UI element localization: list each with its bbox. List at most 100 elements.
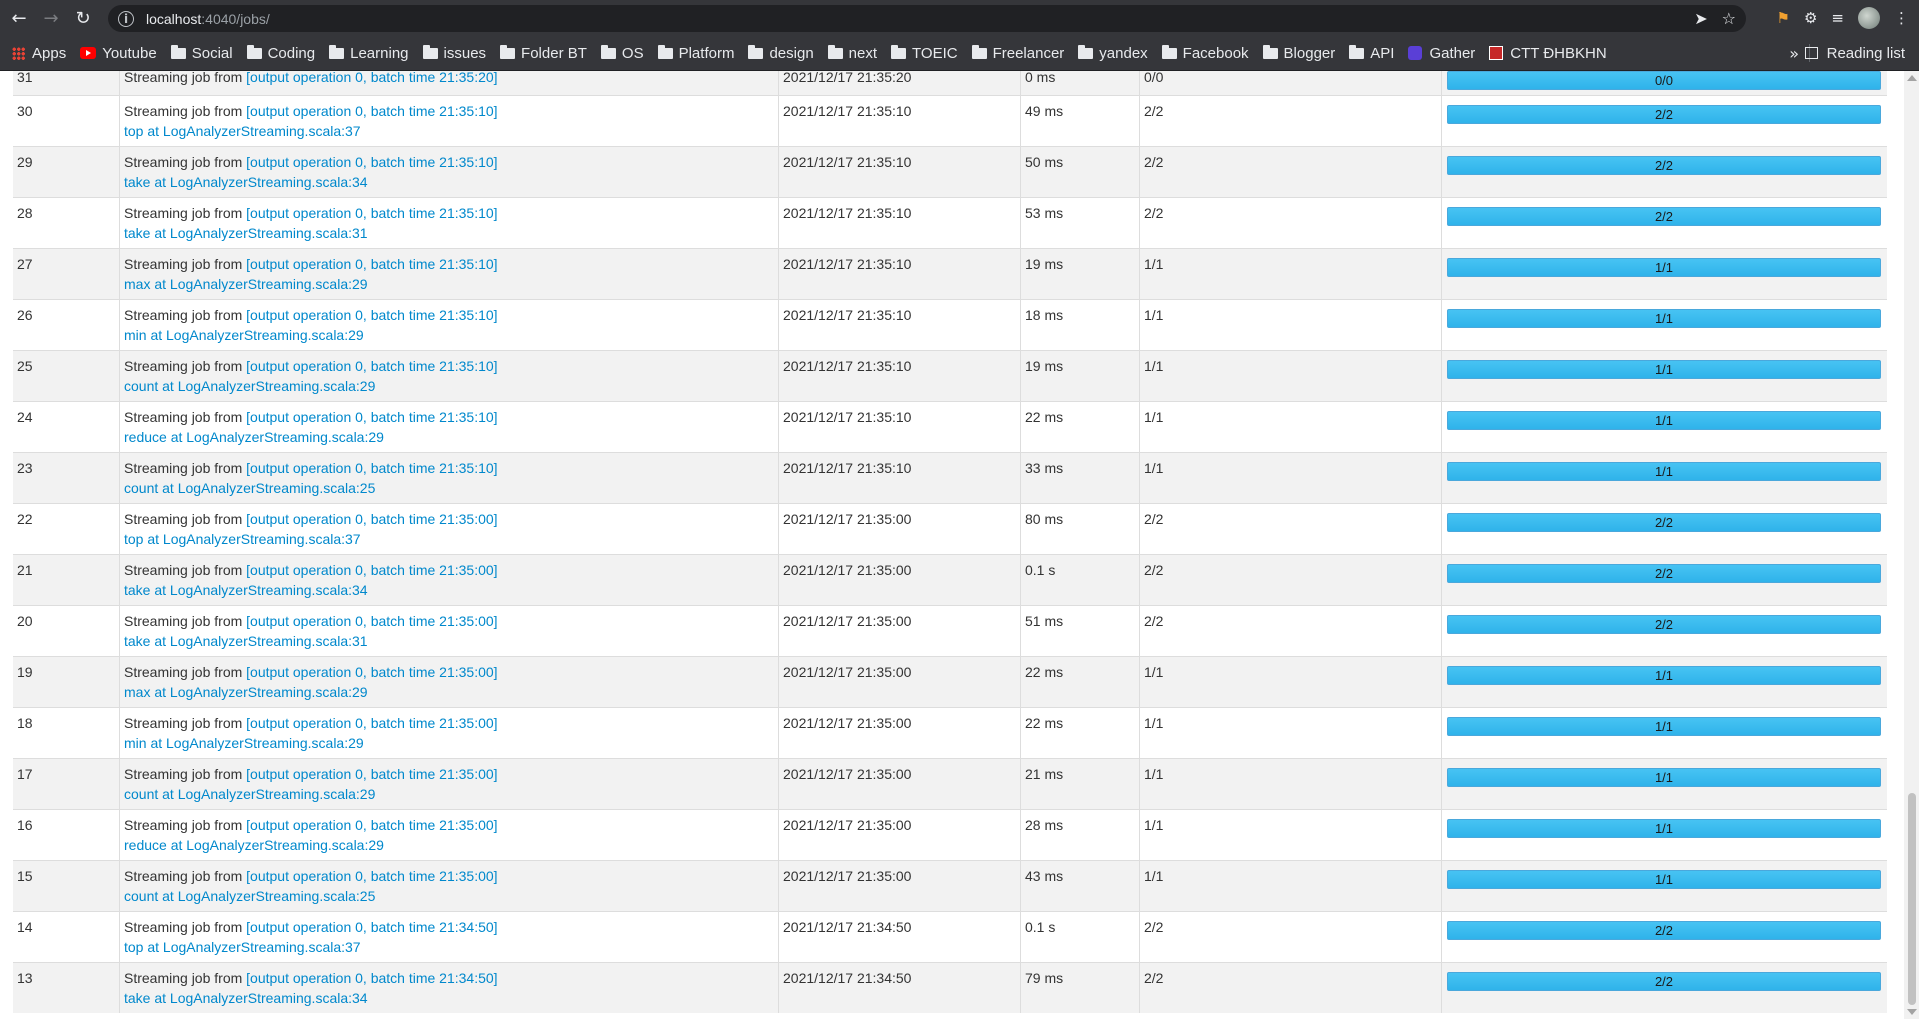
batch-link[interactable]: [output operation 0, batch time 21:35:00… xyxy=(246,562,497,578)
job-duration: 19 ms xyxy=(1020,350,1140,402)
bookmark-social[interactable]: Social xyxy=(165,39,241,67)
folder-icon xyxy=(827,44,843,59)
reading-list-button[interactable]: Reading list xyxy=(1804,44,1905,62)
batch-link[interactable]: [output operation 0, batch time 21:35:10… xyxy=(246,358,497,374)
batch-link[interactable]: [output operation 0, batch time 21:35:10… xyxy=(246,256,497,272)
scroll-down-icon[interactable] xyxy=(1907,1009,1917,1015)
bookmark-issues[interactable]: issues xyxy=(417,39,495,67)
bookmark-design[interactable]: design xyxy=(742,39,821,67)
back-arrow-icon[interactable]: ← xyxy=(6,5,32,31)
task-progress-label: 1/1 xyxy=(1654,259,1674,275)
folder-icon xyxy=(657,44,673,59)
bookmark-next[interactable]: next xyxy=(822,39,885,67)
job-description: Streaming job from [output operation 0, … xyxy=(119,707,779,759)
batch-link[interactable]: [output operation 0, batch time 21:35:10… xyxy=(246,307,497,323)
job-id: 22 xyxy=(13,503,120,555)
batch-link[interactable]: [output operation 0, batch time 21:35:10… xyxy=(246,409,497,425)
batch-link[interactable]: [output operation 0, batch time 21:35:00… xyxy=(246,613,497,629)
batch-link[interactable]: [output operation 0, batch time 21:35:00… xyxy=(246,817,497,833)
job-duration: 22 ms xyxy=(1020,707,1140,759)
bookmark-blogger[interactable]: Blogger xyxy=(1257,39,1344,67)
bookmark-toeic[interactable]: TOEIC xyxy=(885,39,966,67)
reading-list-label: Reading list xyxy=(1826,44,1905,62)
bookmark-facebook[interactable]: Facebook xyxy=(1156,39,1257,67)
batch-link[interactable]: [output operation 0, batch time 21:35:10… xyxy=(246,154,497,170)
job-operation-link[interactable]: take at LogAnalyzerStreaming.scala:31 xyxy=(124,225,368,241)
job-description: Streaming job from [output operation 0, … xyxy=(119,605,779,657)
batch-link[interactable]: [output operation 0, batch time 21:35:10… xyxy=(246,103,497,119)
batch-link[interactable]: [output operation 0, batch time 21:35:20… xyxy=(246,71,497,85)
url-text[interactable]: localhost:4040/jobs/ xyxy=(146,11,270,27)
batch-link[interactable]: [output operation 0, batch time 21:34:50… xyxy=(246,970,497,986)
bookmark-apps[interactable]: Apps xyxy=(6,39,74,67)
bookmark-youtube[interactable]: Youtube xyxy=(74,39,165,67)
job-tasks: 1/1 xyxy=(1441,299,1887,351)
job-operation-link[interactable]: max at LogAnalyzerStreaming.scala:29 xyxy=(124,276,368,292)
bookmark-coding[interactable]: Coding xyxy=(241,39,324,67)
job-description: Streaming job from [output operation 0, … xyxy=(119,248,779,300)
forward-arrow-icon[interactable]: → xyxy=(38,5,64,31)
bookmark-folder-bt[interactable]: Folder BT xyxy=(494,39,595,67)
site-info-icon[interactable]: i xyxy=(118,10,134,27)
job-operation-link[interactable]: min at LogAnalyzerStreaming.scala:29 xyxy=(124,327,364,343)
extension-flag-icon[interactable]: ⚑ xyxy=(1777,9,1790,27)
batch-link[interactable]: [output operation 0, batch time 21:35:00… xyxy=(246,511,497,527)
bookmark-ctt-hbkhn[interactable]: CTT ĐHBKHN xyxy=(1483,39,1614,67)
task-progress-label: 0/0 xyxy=(1654,72,1674,88)
bookmark-gather[interactable]: Gather xyxy=(1402,39,1483,67)
table-row: 24 Streaming job from [output operation 0… xyxy=(13,401,1887,453)
address-bar[interactable]: i localhost:4040/jobs/ ➤ ☆ xyxy=(108,5,1746,32)
scroll-up-icon[interactable] xyxy=(1907,75,1917,81)
task-progress-bar: 1/1 xyxy=(1447,819,1881,838)
bookmark-freelancer[interactable]: Freelancer xyxy=(966,39,1073,67)
batch-link[interactable]: [output operation 0, batch time 21:35:00… xyxy=(246,715,497,731)
bookmark-yandex[interactable]: yandex xyxy=(1072,39,1155,67)
send-icon[interactable]: ➤ xyxy=(1694,9,1707,28)
batch-link[interactable]: [output operation 0, batch time 21:35:10… xyxy=(246,460,497,476)
bookmark-platform[interactable]: Platform xyxy=(652,39,743,67)
vertical-scrollbar[interactable] xyxy=(1904,71,1919,1019)
job-tasks: 2/2 xyxy=(1441,962,1887,1013)
job-submitted: 2021/12/17 21:35:10 xyxy=(778,401,1021,453)
batch-link[interactable]: [output operation 0, batch time 21:35:00… xyxy=(246,664,497,680)
job-tasks: 1/1 xyxy=(1441,707,1887,759)
job-operation-link[interactable]: top at LogAnalyzerStreaming.scala:37 xyxy=(124,123,361,139)
extensions-puzzle-icon[interactable]: ⚙ xyxy=(1804,9,1817,27)
task-progress-bar: 1/1 xyxy=(1447,462,1881,481)
job-operation-link[interactable]: take at LogAnalyzerStreaming.scala:34 xyxy=(124,174,368,190)
job-duration: 0.1 s xyxy=(1020,911,1140,963)
bookmark-label: Youtube xyxy=(102,44,157,62)
menu-kebab-icon[interactable]: ⋮ xyxy=(1894,9,1909,27)
bookmark-learning[interactable]: Learning xyxy=(323,39,416,67)
bookmarks-more-icon[interactable]: » xyxy=(1789,44,1799,63)
media-queue-icon[interactable]: ≡ xyxy=(1831,9,1844,27)
job-operation-link[interactable]: count at LogAnalyzerStreaming.scala:25 xyxy=(124,888,375,904)
job-id: 15 xyxy=(13,860,120,912)
scroll-thumb[interactable] xyxy=(1908,793,1916,1005)
job-tasks: 1/1 xyxy=(1441,350,1887,402)
profile-avatar[interactable] xyxy=(1858,7,1880,29)
bookmark-star-icon[interactable]: ☆ xyxy=(1722,9,1736,28)
batch-link[interactable]: [output operation 0, batch time 21:34:50… xyxy=(246,919,497,935)
batch-link[interactable]: [output operation 0, batch time 21:35:00… xyxy=(246,868,497,884)
job-stages: 1/1 xyxy=(1139,248,1442,300)
bookmark-os[interactable]: OS xyxy=(595,39,652,67)
job-operation-link[interactable]: top at LogAnalyzerStreaming.scala:37 xyxy=(124,939,361,955)
job-operation-link[interactable]: max at LogAnalyzerStreaming.scala:29 xyxy=(124,684,368,700)
job-operation-link[interactable]: reduce at LogAnalyzerStreaming.scala:29 xyxy=(124,837,384,853)
table-row: 27 Streaming job from [output operation 0… xyxy=(13,248,1887,300)
batch-link[interactable]: [output operation 0, batch time 21:35:10… xyxy=(246,205,497,221)
batch-link[interactable]: [output operation 0, batch time 21:35:00… xyxy=(246,766,497,782)
job-operation-link[interactable]: reduce at LogAnalyzerStreaming.scala:29 xyxy=(124,429,384,445)
job-operation-link[interactable]: count at LogAnalyzerStreaming.scala:29 xyxy=(124,378,375,394)
job-operation-link[interactable]: top at LogAnalyzerStreaming.scala:37 xyxy=(124,531,361,547)
job-operation-link[interactable]: take at LogAnalyzerStreaming.scala:34 xyxy=(124,990,368,1006)
job-operation-link[interactable]: min at LogAnalyzerStreaming.scala:29 xyxy=(124,735,364,751)
job-operation-link[interactable]: take at LogAnalyzerStreaming.scala:34 xyxy=(124,582,368,598)
bookmark-api[interactable]: API xyxy=(1343,39,1402,67)
job-operation-link[interactable]: count at LogAnalyzerStreaming.scala:25 xyxy=(124,480,375,496)
job-operation-link[interactable]: take at LogAnalyzerStreaming.scala:31 xyxy=(124,633,368,649)
job-operation-link[interactable]: count at LogAnalyzerStreaming.scala:29 xyxy=(124,786,375,802)
job-description-prefix: Streaming job from xyxy=(124,409,247,425)
reload-icon[interactable]: ↻ xyxy=(70,5,96,31)
